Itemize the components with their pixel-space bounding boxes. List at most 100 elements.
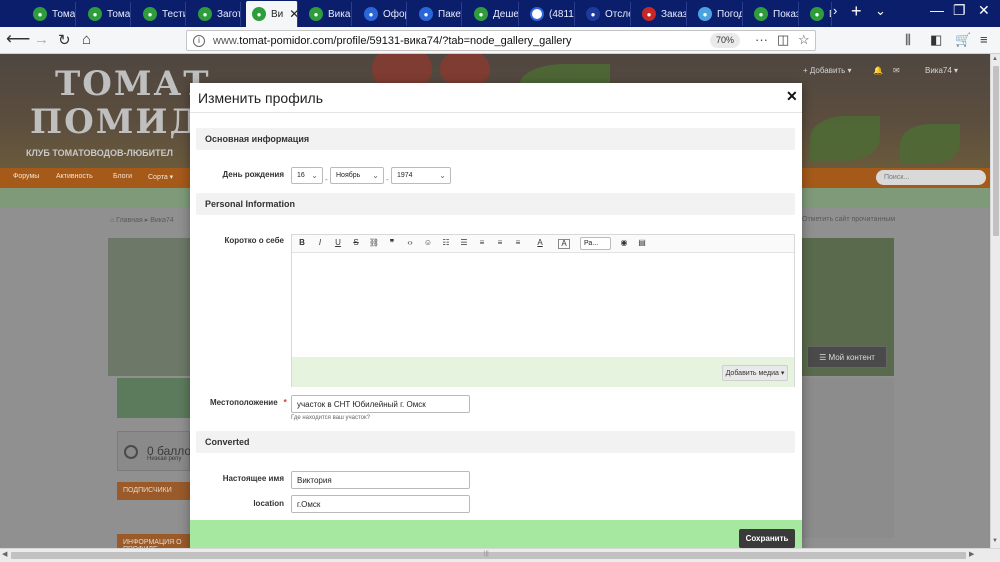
profile-cover-photo — [108, 238, 190, 376]
emoji-icon[interactable]: ☺ — [422, 238, 434, 247]
library-icon[interactable]: ⫼ — [905, 32, 911, 48]
browser-tab[interactable]: ●D — [804, 2, 832, 26]
vertical-scrollbar[interactable]: ▲ ▼ — [990, 54, 1000, 548]
user-menu[interactable]: Вика74 ▾ — [925, 66, 958, 75]
browser-tab[interactable]: ●Томат — [82, 2, 131, 26]
location-input[interactable]: участок в СНТ Юбилейный г. Омск — [291, 395, 470, 413]
format-select[interactable]: Ра... — [580, 237, 611, 250]
my-content-button[interactable]: ☰ Мой контент — [807, 346, 887, 368]
close-tab-icon[interactable]: ✕ — [283, 7, 297, 21]
underline-icon[interactable]: U — [332, 238, 344, 247]
required-marker: * — [283, 398, 287, 407]
about-textarea[interactable] — [292, 253, 794, 357]
home-button[interactable]: ⌂ — [82, 31, 91, 48]
zoom-level[interactable]: 70% — [710, 33, 741, 48]
italic-icon[interactable]: I — [314, 238, 326, 247]
site-favicon-icon: ● — [810, 7, 824, 21]
followers-header: ПОДПИСЧИКИ — [117, 482, 190, 500]
address-bar[interactable]: i www. tomat-pomidor.com/profile/59131-ви… — [186, 30, 816, 51]
align-right-icon[interactable]: ≡ — [512, 238, 524, 247]
browser-tab[interactable]: ●Вика7 — [303, 2, 352, 26]
browser-tab[interactable]: ● Загот — [192, 2, 241, 26]
browser-tab[interactable]: ● Деше — [468, 2, 519, 26]
minimize-button[interactable]: — — [930, 2, 944, 18]
menu-item-blogs[interactable]: Блоги — [113, 173, 132, 180]
cart-icon[interactable]: 🛒 — [955, 32, 971, 48]
messages-icon[interactable]: ✉ — [893, 66, 900, 75]
real-name-input[interactable]: Виктория — [291, 471, 470, 489]
pocket-icon[interactable]: ◫ — [777, 32, 789, 48]
maximize-button[interactable]: ❐ — [953, 2, 966, 19]
align-left-icon[interactable]: ≡ — [476, 238, 488, 247]
location-extra-label: location — [253, 499, 284, 508]
leaf-decoration — [900, 124, 960, 164]
browser-tab-active[interactable]: ●Ви✕ — [246, 1, 298, 27]
source-icon[interactable]: ▤ — [636, 238, 648, 247]
site-favicon-icon: ● — [143, 7, 157, 21]
chevron-down-icon: ⌄ — [372, 171, 379, 180]
browser-tab[interactable]: ● Заказ — [636, 2, 687, 26]
birthday-month-select[interactable]: Ноябрь ⌄ — [330, 167, 384, 184]
bookmark-star-icon[interactable]: ☆ — [798, 32, 810, 48]
back-button[interactable]: ⟵ — [6, 29, 30, 49]
mark-site-read-link[interactable]: Отметить сайт прочитанным — [802, 216, 895, 223]
add-media-button[interactable]: Добавить медиа ▾ — [722, 365, 788, 381]
link-icon[interactable]: ⛓ — [368, 238, 380, 247]
strikethrough-icon[interactable]: S — [350, 238, 362, 247]
scroll-down-icon[interactable]: ▼ — [992, 538, 998, 544]
new-tab-button[interactable]: + — [851, 1, 862, 22]
notifications-icon[interactable]: 🔔 — [873, 66, 883, 75]
location-extra-input[interactable]: г.Омск — [291, 495, 470, 513]
browser-tab[interactable]: ● Отсле — [580, 2, 631, 26]
section-title: Основная информация — [205, 134, 310, 144]
browser-tab[interactable]: ●Пакет — [413, 2, 462, 26]
scrollbar-thumb[interactable] — [993, 66, 999, 236]
save-button[interactable]: Сохранить — [739, 529, 795, 548]
browser-tab[interactable]: ● Показ — [748, 2, 799, 26]
scroll-right-icon[interactable]: ▶ — [969, 550, 974, 558]
scroll-up-icon[interactable]: ▲ — [992, 56, 998, 62]
background-color-icon[interactable]: A — [558, 239, 570, 249]
site-logo[interactable]: ТОМАТ — [55, 64, 211, 104]
browser-tab[interactable]: ●Томат — [27, 2, 76, 26]
reload-button[interactable]: ↻ — [58, 31, 71, 49]
site-favicon-icon: ● — [474, 7, 488, 21]
site-info-icon[interactable]: i — [193, 34, 205, 47]
browser-tab[interactable]: ● Погод — [692, 2, 743, 26]
close-icon[interactable]: ✕ — [786, 88, 798, 105]
bullet-list-icon[interactable]: ☷ — [440, 238, 452, 247]
birthday-day-select[interactable]: 16 ⌄ — [291, 167, 323, 184]
forward-button[interactable]: → — [34, 31, 49, 48]
menu-item-varieties[interactable]: Сорта ▾ — [148, 173, 173, 181]
site-tagline: КЛУБ ТОМАТОВОДОВ-ЛЮБИТЕЛ — [26, 148, 173, 158]
font-color-icon[interactable]: A — [534, 238, 546, 247]
numbered-list-icon[interactable]: ☰ — [458, 238, 470, 247]
page-actions-icon[interactable]: ··· — [755, 32, 768, 47]
breadcrumb[interactable]: ⌂ Главная ▸ Вика74 — [110, 216, 174, 224]
menu-item-forums[interactable]: Форумы — [13, 173, 39, 180]
browser-tab[interactable]: (4811) — [524, 2, 575, 26]
site-favicon-icon: ● — [309, 7, 323, 21]
browser-tab[interactable]: ●Офор — [358, 2, 407, 26]
add-content-link[interactable]: + Добавить ▾ — [803, 66, 852, 75]
scroll-tabs-right-icon[interactable]: › — [833, 3, 837, 18]
bold-icon[interactable]: B — [296, 238, 308, 247]
quote-icon[interactable]: ❞ — [386, 238, 398, 247]
about-editor: B I U S ⛓ ❞ ‹› ☺ ☷ ☰ ≡ ≡ ≡ A A Ра... ◉ ▤… — [291, 234, 795, 387]
site-search-input[interactable]: Поиск... — [876, 170, 986, 185]
edit-profile-modal: Изменить профиль ✕ Основная информация Д… — [190, 83, 802, 552]
sidebar-icon[interactable]: ◧ — [930, 32, 942, 48]
browser-tab[interactable]: ● Тести — [137, 2, 186, 26]
menu-icon[interactable]: ≡ — [980, 32, 988, 47]
horizontal-scrollbar[interactable]: ◀ ||| ▶ — [0, 548, 1000, 562]
align-center-icon[interactable]: ≡ — [494, 238, 506, 247]
scroll-left-icon[interactable]: ◀ — [2, 550, 7, 558]
real-name-label: Настоящее имя — [222, 474, 284, 483]
menu-item-activity[interactable]: Активность — [56, 173, 93, 180]
birthday-year-select[interactable]: 1974 ⌄ — [391, 167, 451, 184]
preview-eye-icon[interactable]: ◉ — [618, 238, 630, 247]
list-all-tabs-icon[interactable]: ⌄ — [875, 3, 886, 19]
code-icon[interactable]: ‹› — [404, 238, 416, 247]
close-window-button[interactable]: ✕ — [978, 2, 990, 19]
section-title: Personal Information — [205, 199, 296, 209]
